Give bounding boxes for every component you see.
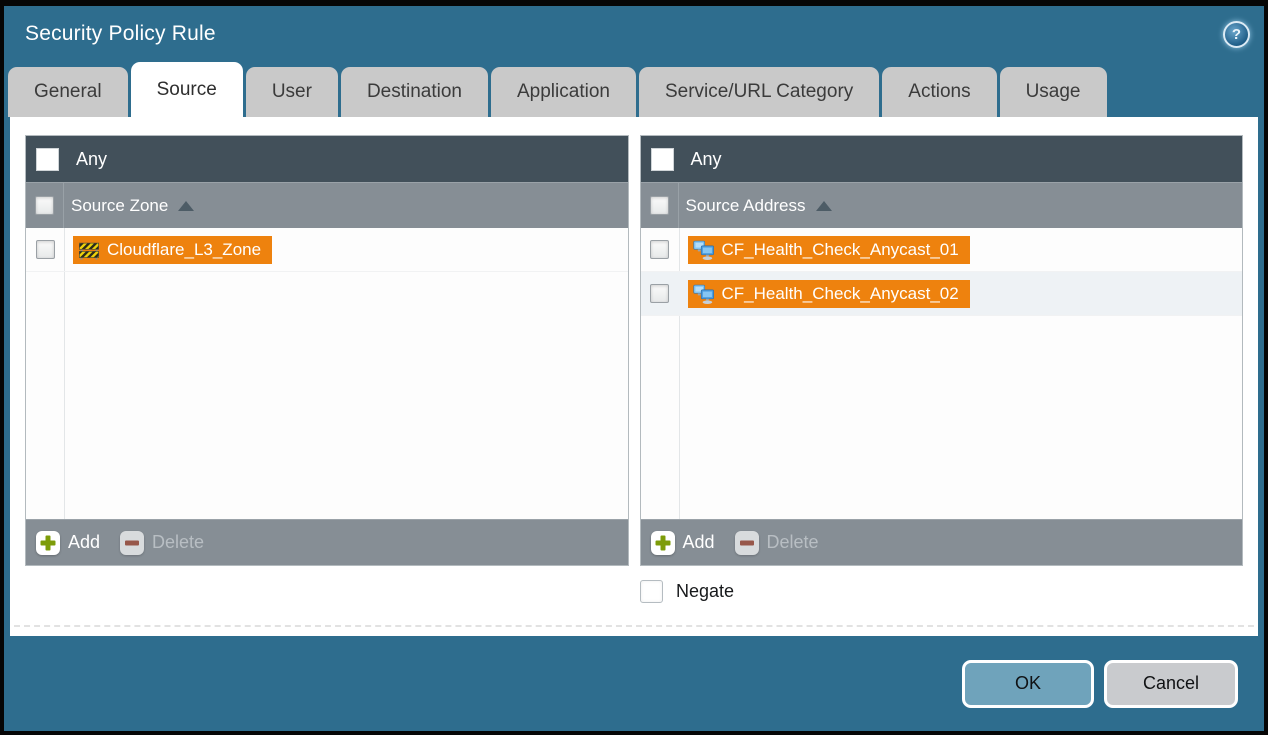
add-zone-button[interactable]: Add [36, 531, 100, 555]
address-entry-label: CF_Health_Check_Anycast_01 [722, 240, 959, 260]
source-address-panel: Any Source Address [640, 135, 1244, 566]
add-address-label: Add [683, 532, 715, 553]
source-zone-any-checkbox[interactable] [36, 148, 59, 171]
source-zone-column-header: Source Zone [26, 182, 628, 228]
source-address-toolbar: Add Delete [641, 519, 1243, 565]
row-checkbox[interactable] [36, 240, 55, 259]
sort-ascending-icon[interactable] [816, 201, 832, 211]
dialog-title: Security Policy Rule [25, 22, 1223, 46]
minus-icon [120, 531, 144, 555]
zone-entry-label: Cloudflare_L3_Zone [107, 240, 261, 260]
source-address-column-title[interactable]: Source Address [686, 196, 806, 216]
plus-icon [36, 531, 60, 555]
add-address-button[interactable]: Add [651, 531, 715, 555]
cancel-button[interactable]: Cancel [1104, 660, 1238, 708]
tab-content-source: Any Source Zone [10, 117, 1258, 636]
delete-address-button[interactable]: Delete [735, 531, 819, 555]
source-zone-column-title[interactable]: Source Zone [71, 196, 168, 216]
security-policy-rule-dialog: Security Policy Rule ? General Source Us… [4, 6, 1264, 731]
tab-usage[interactable]: Usage [1000, 67, 1107, 117]
row-checkbox[interactable] [650, 284, 669, 303]
source-address-any-header: Any [641, 136, 1243, 182]
source-zone-list: Cloudflare_L3_Zone [26, 228, 628, 519]
source-address-any-label: Any [691, 149, 722, 170]
source-address-list: CF_Health_Check_Anycast_01 [641, 228, 1243, 519]
add-zone-label: Add [68, 532, 100, 553]
negate-checkbox[interactable] [640, 580, 663, 603]
tab-general[interactable]: General [8, 67, 128, 117]
source-address-any-checkbox[interactable] [651, 148, 674, 171]
source-zone-any-label: Any [76, 149, 107, 170]
address-entry-label: CF_Health_Check_Anycast_02 [722, 284, 959, 304]
ok-button[interactable]: OK [962, 660, 1094, 708]
tab-source[interactable]: Source [131, 62, 243, 117]
dialog-titlebar: Security Policy Rule ? [4, 6, 1264, 62]
source-address-column-header: Source Address [641, 182, 1243, 228]
tab-service-url-category[interactable]: Service/URL Category [639, 67, 879, 117]
sort-ascending-icon[interactable] [178, 201, 194, 211]
source-zone-select-all-checkbox[interactable] [35, 196, 54, 215]
delete-zone-button[interactable]: Delete [120, 531, 204, 555]
source-zone-any-header: Any [26, 136, 628, 182]
delete-address-label: Delete [767, 532, 819, 553]
zone-icon [78, 239, 100, 261]
row-checkbox[interactable] [650, 240, 669, 259]
address-entry-chip[interactable]: CF_Health_Check_Anycast_02 [688, 280, 970, 308]
plus-icon [651, 531, 675, 555]
source-address-select-all-checkbox[interactable] [650, 196, 669, 215]
address-entry-chip[interactable]: CF_Health_Check_Anycast_01 [688, 236, 970, 264]
source-zone-toolbar: Add Delete [26, 519, 628, 565]
tab-user[interactable]: User [246, 67, 338, 117]
address-group-icon [693, 283, 715, 305]
tab-bar: General Source User Destination Applicat… [4, 62, 1264, 117]
dialog-footer: OK Cancel [4, 636, 1264, 731]
tab-application[interactable]: Application [491, 67, 636, 117]
minus-icon [735, 531, 759, 555]
tab-destination[interactable]: Destination [341, 67, 488, 117]
negate-row: Negate [640, 580, 1243, 603]
table-row: CF_Health_Check_Anycast_01 [641, 228, 1243, 272]
zone-entry-chip[interactable]: Cloudflare_L3_Zone [73, 236, 272, 264]
table-row: CF_Health_Check_Anycast_02 [641, 272, 1243, 316]
negate-label: Negate [676, 581, 734, 602]
address-group-icon [693, 239, 715, 261]
delete-zone-label: Delete [152, 532, 204, 553]
tab-actions[interactable]: Actions [882, 67, 996, 117]
help-icon[interactable]: ? [1223, 21, 1250, 48]
table-row: Cloudflare_L3_Zone [26, 228, 628, 272]
source-zone-panel: Any Source Zone [25, 135, 629, 566]
